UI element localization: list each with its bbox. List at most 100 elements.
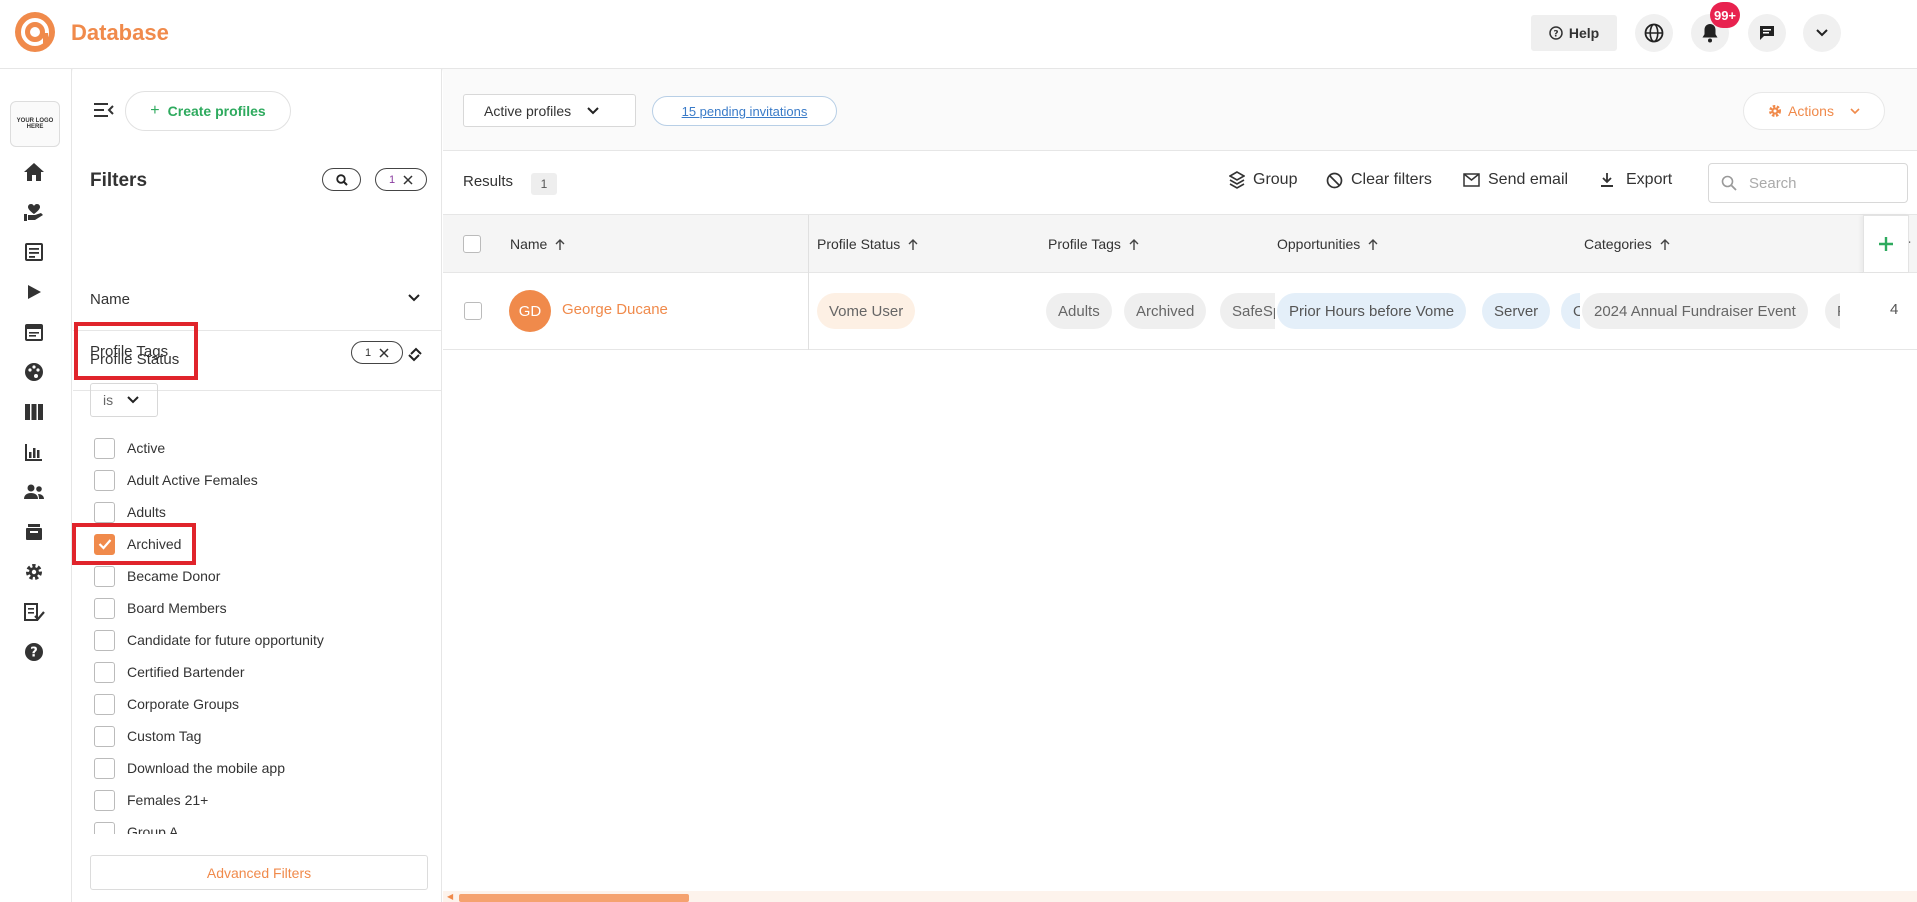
tag-checkbox[interactable] bbox=[94, 661, 115, 683]
filter-count: 1 bbox=[388, 173, 396, 186]
select-all-checkbox[interactable] bbox=[463, 215, 481, 273]
tag-option[interactable]: Custom Tag bbox=[94, 720, 434, 752]
column-header-tags[interactable]: Profile Tags bbox=[1048, 215, 1139, 273]
chevron-up-icon[interactable] bbox=[409, 346, 423, 356]
arrow-up-icon bbox=[1368, 238, 1378, 251]
add-column-button[interactable] bbox=[1863, 215, 1909, 273]
category-chip: 2024 Annual Fundraiser Event bbox=[1582, 293, 1808, 329]
gear-icon bbox=[1768, 104, 1782, 118]
plus-icon: + bbox=[150, 102, 160, 119]
operator-select[interactable]: is bbox=[90, 383, 158, 417]
column-header-name[interactable]: Name bbox=[510, 215, 565, 273]
clear-all-filters-pill[interactable]: 1 bbox=[375, 168, 427, 191]
tag-option[interactable]: Certified Bartender bbox=[94, 656, 434, 688]
tag-option[interactable]: Candidate for future opportunity bbox=[94, 624, 434, 656]
arrow-up-icon bbox=[555, 238, 565, 251]
row-checkbox[interactable] bbox=[464, 302, 482, 320]
tag-option[interactable]: Females 21+ bbox=[94, 784, 434, 816]
results-toolbar: Results 1 Group Clear filters Send email… bbox=[443, 151, 1917, 215]
messages-button[interactable] bbox=[1748, 14, 1786, 52]
create-profiles-button[interactable]: + Create profiles bbox=[125, 91, 291, 131]
tag-checkbox[interactable] bbox=[94, 629, 115, 651]
tag-checkbox[interactable] bbox=[94, 821, 115, 834]
play-icon[interactable] bbox=[22, 280, 46, 304]
tag-checkbox[interactable] bbox=[94, 437, 115, 459]
tag-checkbox[interactable] bbox=[94, 789, 115, 811]
help-label: Help bbox=[1568, 25, 1600, 41]
notification-count-badge: 99+ bbox=[1710, 2, 1740, 28]
view-select[interactable]: Active profiles bbox=[463, 94, 636, 127]
language-button[interactable] bbox=[1635, 14, 1673, 52]
arrow-up-icon bbox=[908, 238, 918, 251]
tag-label: Custom Tag bbox=[127, 728, 202, 744]
search-icon bbox=[1721, 175, 1737, 191]
brand-title: Database bbox=[71, 20, 169, 45]
table-row[interactable]: GD George Ducane Vome User Adults Archiv… bbox=[443, 273, 1917, 350]
calendar-icon[interactable] bbox=[22, 320, 46, 344]
tag-option[interactable]: Adult Active Females bbox=[94, 464, 434, 496]
block-icon bbox=[1326, 172, 1343, 189]
chevron-down-icon bbox=[1850, 107, 1860, 115]
horizontal-scrollbar[interactable]: ◀ bbox=[443, 891, 1917, 902]
group-button[interactable]: Group bbox=[1229, 171, 1297, 189]
tag-option[interactable]: Board Members bbox=[94, 592, 434, 624]
column-header-opportunities[interactable]: Opportunities bbox=[1277, 215, 1378, 273]
tag-checkbox[interactable] bbox=[94, 501, 115, 523]
scroll-left-icon[interactable]: ◀ bbox=[447, 892, 453, 901]
column-header-categories[interactable]: Categories bbox=[1584, 215, 1670, 273]
close-icon[interactable] bbox=[379, 347, 389, 358]
tag-option[interactable]: Group A bbox=[94, 816, 434, 834]
search-input[interactable]: Search bbox=[1708, 163, 1908, 203]
forms-icon[interactable] bbox=[22, 240, 46, 264]
opportunities-cell: Prior Hours before Vome Server O bbox=[1277, 273, 1580, 350]
table-header: Name Profile Status Profile Tags Opportu… bbox=[443, 215, 1917, 273]
column-header-status[interactable]: Profile Status bbox=[817, 215, 918, 273]
settings-icon[interactable] bbox=[22, 560, 46, 584]
tags-count-pill[interactable]: 1 bbox=[351, 341, 403, 364]
actions-button[interactable]: Actions bbox=[1743, 92, 1885, 130]
pending-invitations-link[interactable]: 15 pending invitations bbox=[652, 96, 837, 126]
board-icon[interactable] bbox=[22, 400, 46, 424]
checklist-icon[interactable] bbox=[22, 600, 46, 624]
tag-option[interactable]: Active bbox=[94, 432, 434, 464]
scrollbar-thumb[interactable] bbox=[459, 894, 689, 902]
send-email-label: Send email bbox=[1488, 171, 1569, 188]
donation-icon[interactable] bbox=[22, 200, 46, 224]
tag-checkbox[interactable] bbox=[94, 469, 115, 491]
home-icon[interactable] bbox=[22, 160, 46, 184]
tag-label: Corporate Groups bbox=[127, 696, 240, 712]
chart-icon[interactable] bbox=[22, 440, 46, 464]
chevron-down-icon[interactable] bbox=[407, 293, 421, 303]
inbox-icon[interactable] bbox=[22, 520, 46, 544]
export-button[interactable]: Export bbox=[1600, 171, 1672, 189]
tag-label: Active bbox=[127, 440, 166, 456]
collapse-sidebar-icon[interactable] bbox=[93, 101, 115, 119]
people-icon[interactable] bbox=[22, 480, 46, 504]
account-menu-button[interactable] bbox=[1803, 14, 1841, 52]
help-icon[interactable]: ? bbox=[22, 640, 46, 664]
app-logo-icon[interactable] bbox=[14, 11, 56, 53]
palette-icon[interactable] bbox=[22, 360, 46, 384]
tag-checkbox[interactable] bbox=[94, 693, 115, 715]
tag-checkbox[interactable] bbox=[94, 565, 115, 587]
send-email-button[interactable]: Send email bbox=[1463, 171, 1568, 189]
clear-filters-button[interactable]: Clear filters bbox=[1326, 171, 1432, 189]
profile-name-link[interactable]: George Ducane bbox=[562, 301, 668, 318]
tag-option[interactable]: Corporate Groups bbox=[94, 688, 434, 720]
tag-checkbox[interactable] bbox=[94, 757, 115, 779]
tag-checkbox[interactable] bbox=[94, 725, 115, 747]
org-logo[interactable]: YOUR LOGO HERE bbox=[10, 101, 60, 147]
help-button[interactable]: ? Help bbox=[1531, 15, 1617, 51]
close-icon[interactable] bbox=[403, 174, 413, 185]
tag-chip: Archived bbox=[1124, 293, 1207, 329]
tag-chip: SafeSport bbox=[1220, 293, 1275, 329]
filter-search-button[interactable] bbox=[322, 168, 361, 191]
tag-option[interactable]: Download the mobile app bbox=[94, 752, 434, 784]
export-label: Export bbox=[1626, 171, 1673, 188]
tag-label: Candidate for future opportunity bbox=[127, 632, 324, 648]
tag-checkbox[interactable] bbox=[94, 597, 115, 619]
opportunity-chip: Prior Hours before Vome bbox=[1277, 293, 1467, 329]
advanced-filters-button[interactable]: Advanced Filters bbox=[90, 855, 428, 890]
frozen-column-divider bbox=[808, 215, 809, 350]
download-icon bbox=[1600, 172, 1614, 188]
